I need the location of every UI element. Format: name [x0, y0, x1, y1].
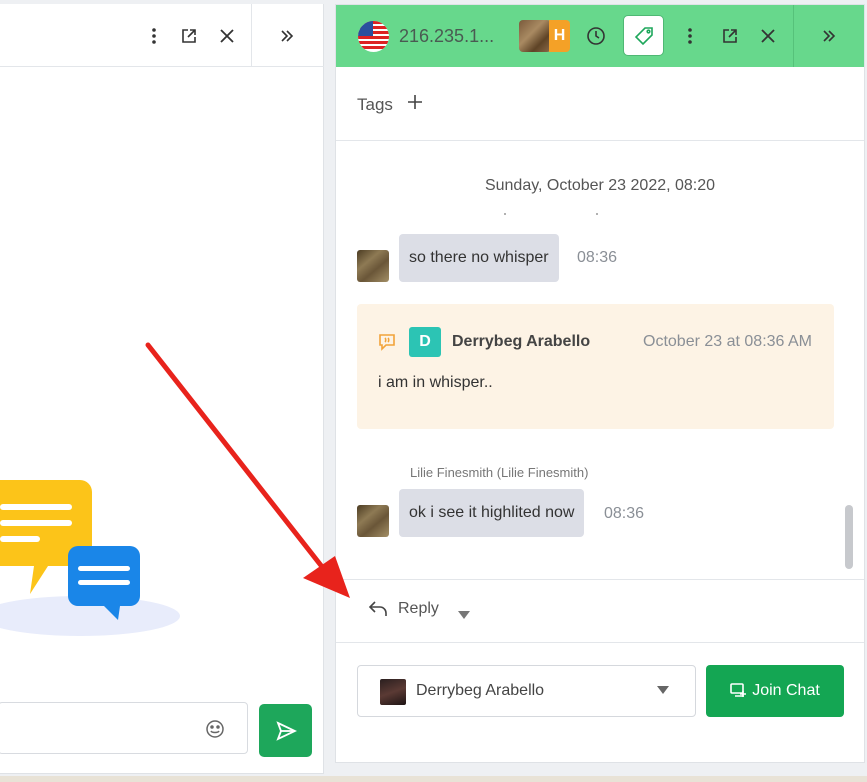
whisper-icon — [379, 334, 395, 351]
chat-illustration-icon — [0, 480, 180, 636]
tags-label: Tags — [357, 95, 393, 114]
message-time: 08:36 — [577, 249, 618, 266]
tag-icon — [634, 26, 653, 45]
whisper-message: D Derrybeg Arabello October 23 at 08:36 … — [357, 304, 834, 429]
message-bubble: so there no whisper — [399, 234, 559, 282]
message-input[interactable] — [0, 702, 248, 754]
agent-name: Derrybeg Arabello — [416, 682, 545, 699]
open-external-icon[interactable] — [718, 24, 742, 48]
history-icon[interactable] — [584, 24, 608, 48]
date-separator: Sunday, October 23 2022, 08:20 — [484, 177, 716, 194]
send-button[interactable] — [259, 704, 312, 757]
join-chat-icon — [730, 683, 747, 697]
agent-avatar — [380, 679, 406, 705]
more-options-icon[interactable] — [142, 24, 166, 48]
visitor-avatar[interactable] — [519, 20, 551, 52]
header-divider — [793, 5, 794, 67]
close-icon[interactable] — [756, 24, 780, 48]
tag-button[interactable] — [623, 15, 664, 56]
join-chat-label: Join Chat — [752, 682, 820, 699]
more-options-icon[interactable] — [678, 24, 702, 48]
tags-row: Tags — [336, 67, 864, 141]
collapse-panel-icon[interactable] — [817, 24, 841, 48]
add-tag-icon[interactable] — [404, 91, 426, 113]
collapse-panel-icon[interactable] — [275, 24, 299, 48]
left-chat-panel — [0, 4, 324, 774]
send-icon — [275, 720, 297, 741]
agent-select[interactable]: Derrybeg Arabello — [357, 665, 696, 717]
close-icon[interactable] — [215, 24, 239, 48]
reply-label: Reply — [398, 600, 439, 617]
left-panel-header — [0, 4, 324, 67]
whisper-date: October 23 at 08:36 AM — [643, 333, 812, 350]
visitor-ip: 216.235.1... — [399, 26, 495, 46]
emoji-icon[interactable] — [205, 719, 225, 739]
reply-bar: Reply — [336, 579, 864, 643]
right-chat-panel: 216.235.1... H Tags Sunday, October 23 2… — [335, 4, 865, 763]
reply-button[interactable]: Reply — [368, 600, 439, 618]
message-sender: Lilie Finesmith (Lilie Finesmith) — [410, 465, 589, 480]
chat-scrollbar[interactable] — [845, 505, 853, 569]
agent-initial-avatar: D — [409, 327, 441, 357]
join-chat-button[interactable]: Join Chat — [706, 665, 844, 717]
visitor-header: 216.235.1... H — [336, 5, 864, 67]
message-avatar — [357, 250, 389, 282]
message-time: 08:36 — [604, 505, 645, 522]
reply-icon — [368, 601, 387, 616]
us-flag-icon — [358, 21, 389, 52]
visitor-badge[interactable]: H — [549, 20, 570, 52]
whisper-author: Derrybeg Arabello — [452, 333, 591, 350]
header-divider — [251, 4, 252, 67]
reply-dropdown-icon[interactable] — [458, 606, 470, 624]
window-bottom-edge — [0, 776, 867, 782]
typing-dots — [504, 213, 604, 219]
message-bubble: ok i see it highlited now — [399, 489, 585, 537]
open-external-icon[interactable] — [177, 24, 201, 48]
message-avatar — [357, 505, 389, 537]
chevron-down-icon — [657, 686, 669, 694]
whisper-text: i am in whisper.. — [378, 374, 493, 391]
